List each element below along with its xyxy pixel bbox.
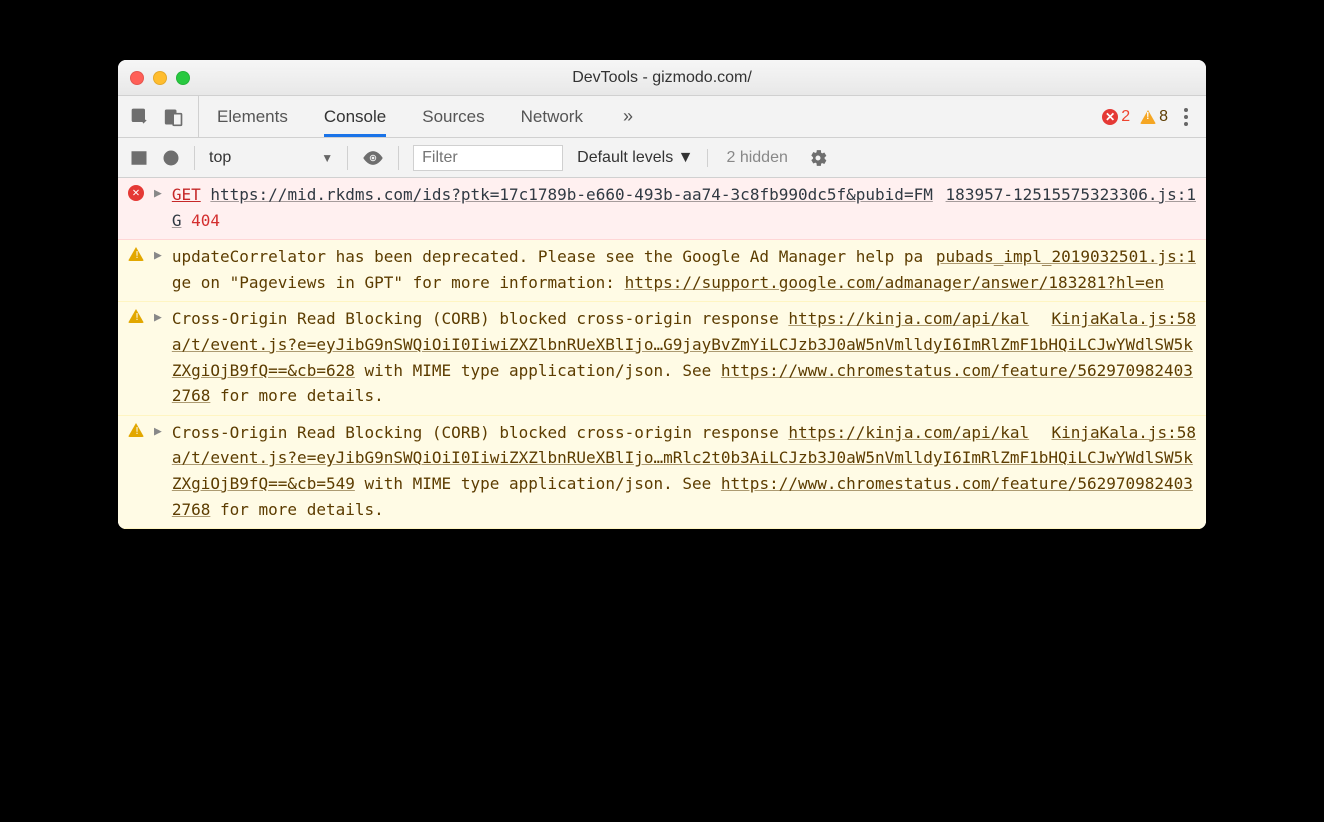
message-content: 183957-12515575323306.js:1 GET https://m… <box>172 182 1196 233</box>
warning-icon <box>128 309 144 323</box>
help-url-link[interactable]: https://support.google.com/admanager/ans… <box>625 273 1164 292</box>
message-text: with MIME type application/json. See <box>355 361 721 380</box>
warning-count[interactable]: 8 <box>1140 108 1168 126</box>
disclosure-triangle[interactable]: ▶ <box>154 184 162 233</box>
disclosure-triangle[interactable]: ▶ <box>154 308 162 408</box>
inspect-icons-group <box>130 96 199 137</box>
source-link[interactable]: pubads_impl_2019032501.js:1 <box>936 244 1196 270</box>
message-text: for more details. <box>210 386 383 405</box>
tabs-bar: Elements Console Sources Network » ✕ 2 8 <box>118 96 1206 138</box>
toolbar-divider <box>398 146 399 170</box>
toolbar-divider <box>194 146 195 170</box>
error-count[interactable]: ✕ 2 <box>1102 108 1130 126</box>
window-minimize-button[interactable] <box>153 71 167 85</box>
message-text: with MIME type application/json. See <box>355 474 721 493</box>
warning-icon <box>128 247 144 261</box>
disclosure-triangle[interactable]: ▶ <box>154 422 162 522</box>
tab-console[interactable]: Console <box>324 96 386 137</box>
message-content: pubads_impl_2019032501.js:1 updateCorrel… <box>172 244 1196 295</box>
warning-icon <box>128 423 144 437</box>
window-close-button[interactable] <box>130 71 144 85</box>
chevron-down-icon: ▼ <box>321 151 333 165</box>
inspect-element-icon[interactable] <box>130 107 150 127</box>
log-levels-label: Default levels ▼ <box>577 149 693 167</box>
console-message-warning: ▶ pubads_impl_2019032501.js:1 updateCorr… <box>118 240 1206 302</box>
console-message-error: ✕ ▶ 183957-12515575323306.js:1 GET https… <box>118 178 1206 240</box>
error-icon: ✕ <box>1102 109 1118 125</box>
message-text: Cross-Origin Read Blocking (CORB) blocke… <box>172 309 789 328</box>
traffic-lights <box>130 71 190 85</box>
context-selector[interactable]: top ▼ <box>209 149 333 167</box>
console-message-warning: ▶ KinjaKala.js:58 Cross-Origin Read Bloc… <box>118 416 1206 529</box>
live-expression-eye-icon[interactable] <box>362 147 384 169</box>
source-link[interactable]: 183957-12515575323306.js:1 <box>946 182 1196 208</box>
window-title: DevTools - gizmodo.com/ <box>130 69 1194 87</box>
context-value: top <box>209 149 231 167</box>
message-text: Cross-Origin Read Blocking (CORB) blocke… <box>172 423 789 442</box>
tab-sources[interactable]: Sources <box>422 96 484 137</box>
message-content: KinjaKala.js:58 Cross-Origin Read Blocki… <box>172 420 1196 522</box>
devtools-window: DevTools - gizmodo.com/ Elements Console… <box>118 60 1206 529</box>
warning-count-value: 8 <box>1159 108 1168 126</box>
source-link[interactable]: KinjaKala.js:58 <box>1052 306 1197 332</box>
source-link[interactable]: KinjaKala.js:58 <box>1052 420 1197 446</box>
device-toggle-icon[interactable] <box>164 107 184 127</box>
log-levels-selector[interactable]: Default levels ▼ <box>577 149 693 167</box>
disclosure-triangle[interactable]: ▶ <box>154 246 162 295</box>
console-messages: ✕ ▶ 183957-12515575323306.js:1 GET https… <box>118 178 1206 529</box>
http-method: GET <box>172 185 201 204</box>
http-status: 404 <box>191 211 220 230</box>
error-count-value: 2 <box>1121 108 1130 126</box>
filter-input[interactable] <box>413 145 563 171</box>
window-maximize-button[interactable] <box>176 71 190 85</box>
console-toolbar: top ▼ Default levels ▼ 2 hidden <box>118 138 1206 178</box>
more-tabs-button[interactable]: » <box>623 106 633 127</box>
hidden-messages-count[interactable]: 2 hidden <box>707 149 787 167</box>
titlebar: DevTools - gizmodo.com/ <box>118 60 1206 96</box>
kebab-menu-button[interactable] <box>1178 108 1194 126</box>
message-text: for more details. <box>210 500 383 519</box>
tab-elements[interactable]: Elements <box>217 96 288 137</box>
message-content: KinjaKala.js:58 Cross-Origin Read Blocki… <box>172 306 1196 408</box>
warning-icon <box>1140 110 1156 124</box>
console-sidebar-toggle-icon[interactable] <box>130 149 148 167</box>
tab-network[interactable]: Network <box>521 96 583 137</box>
toolbar-divider <box>347 146 348 170</box>
tabs-list: Elements Console Sources Network » <box>199 96 633 137</box>
clear-console-icon[interactable] <box>162 149 180 167</box>
console-message-warning: ▶ KinjaKala.js:58 Cross-Origin Read Bloc… <box>118 302 1206 415</box>
error-icon: ✕ <box>128 185 144 201</box>
request-url-link[interactable]: https://mid.rkdms.com/ids?ptk=17c1789b-e… <box>172 185 933 230</box>
console-settings-gear-icon[interactable] <box>808 148 828 168</box>
header-status-group: ✕ 2 8 <box>1102 108 1194 126</box>
